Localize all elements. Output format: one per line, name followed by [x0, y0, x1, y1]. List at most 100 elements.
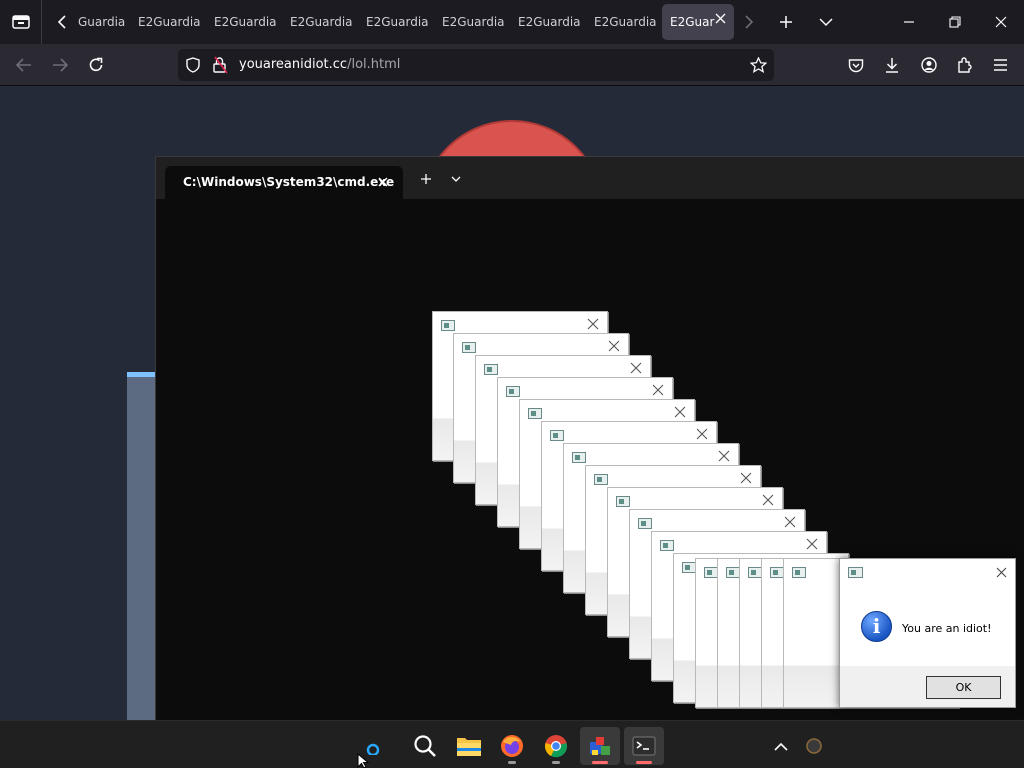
- dialog-app-icon: [506, 386, 520, 397]
- browser-tab[interactable]: E2Guardia: [356, 4, 432, 40]
- running-indicator: [592, 761, 608, 764]
- dialog-app-icon: [848, 567, 863, 578]
- close-icon[interactable]: [762, 494, 774, 506]
- dialog-app-icon: [594, 474, 608, 485]
- url-path: /lol.html: [347, 57, 401, 72]
- back-button[interactable]: [10, 51, 38, 79]
- downloads-button[interactable]: [878, 51, 906, 79]
- pocket-button[interactable]: [842, 51, 870, 79]
- close-icon[interactable]: [806, 538, 818, 550]
- mouse-cursor-icon: [357, 753, 369, 768]
- dialog-message: You are an idiot!: [902, 622, 992, 635]
- search-icon: [414, 735, 436, 757]
- close-icon[interactable]: [996, 567, 1007, 578]
- dialog-app-icon: [770, 567, 784, 578]
- taskbar-search-button[interactable]: [405, 727, 445, 765]
- restore-button[interactable]: [941, 8, 969, 36]
- arrow-right-icon: [53, 58, 68, 72]
- tab-label: E2Guardia: [442, 15, 505, 29]
- close-icon[interactable]: [652, 384, 664, 396]
- dialog-app-icon: [638, 518, 652, 529]
- close-icon[interactable]: [715, 13, 726, 24]
- taskbar: [0, 720, 1024, 768]
- taskbar-terminal[interactable]: [624, 727, 664, 765]
- firefox-view-icon: [11, 15, 30, 29]
- firefox-view-button[interactable]: [0, 0, 42, 44]
- running-indicator: [552, 761, 560, 764]
- terminal-dropdown-button[interactable]: [446, 169, 466, 189]
- reload-button[interactable]: [82, 51, 110, 79]
- restore-icon: [949, 16, 961, 28]
- tab-label: E2Guardia: [594, 15, 657, 29]
- close-icon[interactable]: [674, 406, 686, 418]
- browser-tab[interactable]: E2Guardia: [280, 4, 356, 40]
- tab-scroll-right-button[interactable]: [735, 8, 763, 36]
- forward-button[interactable]: [46, 51, 74, 79]
- extensions-button[interactable]: [951, 51, 979, 79]
- browser-tab[interactable]: E2Guardia: [128, 4, 204, 40]
- browser-tab[interactable]: E2Guardia: [204, 4, 280, 40]
- navigation-toolbar: youareanidiot.cc/lol.html: [0, 44, 1024, 86]
- chevron-left-icon: [57, 15, 66, 29]
- close-icon[interactable]: [378, 177, 388, 187]
- browser-tab[interactable]: E2Guardia: [432, 4, 508, 40]
- firefox-icon: [501, 735, 523, 757]
- dialog-app-icon: [660, 540, 674, 551]
- lock-warning-icon[interactable]: [212, 56, 228, 74]
- dialog-app-icon: [792, 567, 806, 578]
- tab-label: E2Guardia: [366, 15, 429, 29]
- new-tab-button[interactable]: [772, 8, 800, 36]
- reload-icon: [89, 57, 103, 72]
- dialog-app-icon: [550, 430, 564, 441]
- tab-scroll-left-button[interactable]: [48, 8, 76, 36]
- terminal-tab[interactable]: C:\Windows\System32\cmd.exe: [165, 166, 403, 199]
- close-icon[interactable]: [587, 318, 599, 330]
- browser-tab[interactable]: Guardia: [78, 4, 128, 40]
- plus-icon: [421, 174, 431, 184]
- dialog-app-icon: [484, 364, 498, 375]
- tab-label: E2Guardia: [518, 15, 581, 29]
- close-icon[interactable]: [718, 450, 730, 462]
- plus-icon: [780, 16, 792, 28]
- close-window-button[interactable]: [987, 8, 1015, 36]
- url-host: youareanidiot.cc: [239, 57, 348, 72]
- puzzle-icon: [958, 57, 972, 73]
- app-icon: [590, 737, 610, 755]
- close-icon[interactable]: [608, 340, 620, 352]
- minimize-button[interactable]: [895, 8, 923, 36]
- menu-button[interactable]: [986, 51, 1014, 79]
- dialog-app-icon: [726, 567, 740, 578]
- dialog-app-icon: [704, 567, 718, 578]
- chrome-icon: [545, 735, 567, 758]
- taskbar-firefox[interactable]: [492, 727, 532, 765]
- close-icon[interactable]: [784, 516, 796, 528]
- terminal-titlebar: C:\Windows\System32\cmd.exe: [156, 157, 1024, 199]
- chevron-down-icon: [819, 18, 833, 27]
- taskbar-app[interactable]: [580, 727, 620, 765]
- star-icon[interactable]: [750, 57, 767, 73]
- tab-label: E2Guardia: [290, 15, 353, 29]
- browser-tab-active[interactable]: E2Guar: [662, 4, 734, 40]
- browser-tab[interactable]: E2Guardia: [584, 4, 660, 40]
- url-text[interactable]: youareanidiot.cc/lol.html: [239, 57, 400, 72]
- close-icon[interactable]: [696, 428, 708, 440]
- page-panel: [127, 372, 157, 720]
- tray-app-button[interactable]: [794, 727, 834, 765]
- terminal-new-tab-button[interactable]: [416, 169, 436, 189]
- account-button[interactable]: [915, 51, 943, 79]
- minimize-icon: [904, 21, 914, 23]
- close-icon[interactable]: [630, 362, 642, 374]
- taskbar-file-explorer[interactable]: [449, 727, 489, 765]
- dialog-app-icon: [462, 342, 476, 353]
- list-all-tabs-button[interactable]: [812, 8, 840, 36]
- taskbar-chrome[interactable]: [536, 727, 576, 765]
- tab-label: E2Guar: [670, 15, 715, 29]
- hamburger-icon: [993, 59, 1007, 71]
- browser-tab[interactable]: E2Guardia: [508, 4, 584, 40]
- shield-icon: [186, 57, 200, 73]
- ok-button[interactable]: OK: [926, 676, 1001, 699]
- close-icon[interactable]: [740, 472, 752, 484]
- running-indicator: [636, 761, 652, 764]
- arrow-left-icon: [16, 58, 31, 72]
- url-bar[interactable]: youareanidiot.cc/lol.html: [178, 49, 774, 81]
